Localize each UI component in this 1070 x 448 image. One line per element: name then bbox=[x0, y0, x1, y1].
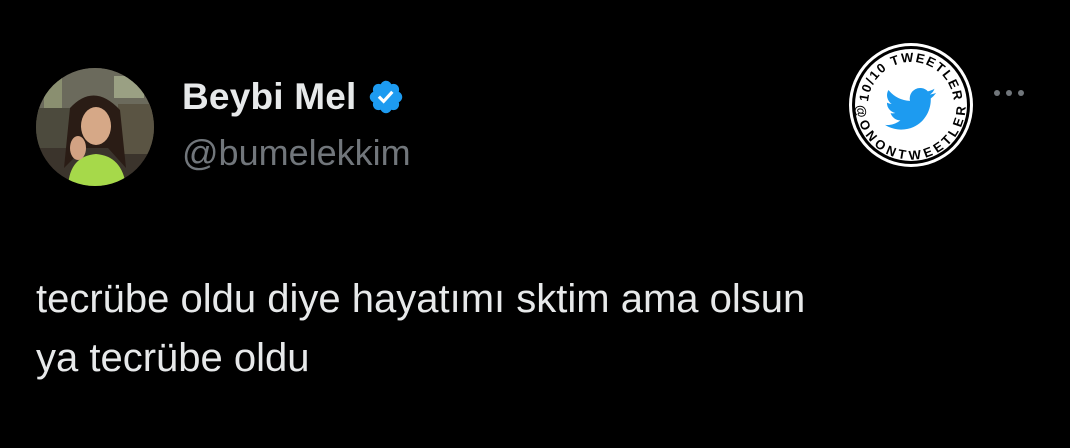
verified-badge-icon bbox=[367, 78, 405, 116]
avatar-photo bbox=[36, 68, 154, 186]
more-options-icon[interactable] bbox=[992, 86, 1026, 98]
author-handle[interactable]: @bumelekkim bbox=[182, 132, 411, 174]
tweet-card: Beybi Mel @bumelekkim 10/10 TWEETLER @ON… bbox=[0, 0, 1070, 448]
avatar[interactable] bbox=[36, 68, 154, 186]
tweet-text: tecrübe oldu diye hayatımı sktim ama ols… bbox=[36, 270, 1036, 388]
display-name[interactable]: Beybi Mel bbox=[182, 76, 357, 118]
ontweetler-badge: 10/10 TWEETLER @ONONTWEETLER bbox=[846, 40, 976, 170]
tweet-text-line: tecrübe oldu diye hayatımı sktim ama ols… bbox=[36, 277, 806, 321]
author-name-row[interactable]: Beybi Mel bbox=[182, 76, 405, 118]
tweet-text-line: ya tecrübe oldu bbox=[36, 336, 310, 380]
